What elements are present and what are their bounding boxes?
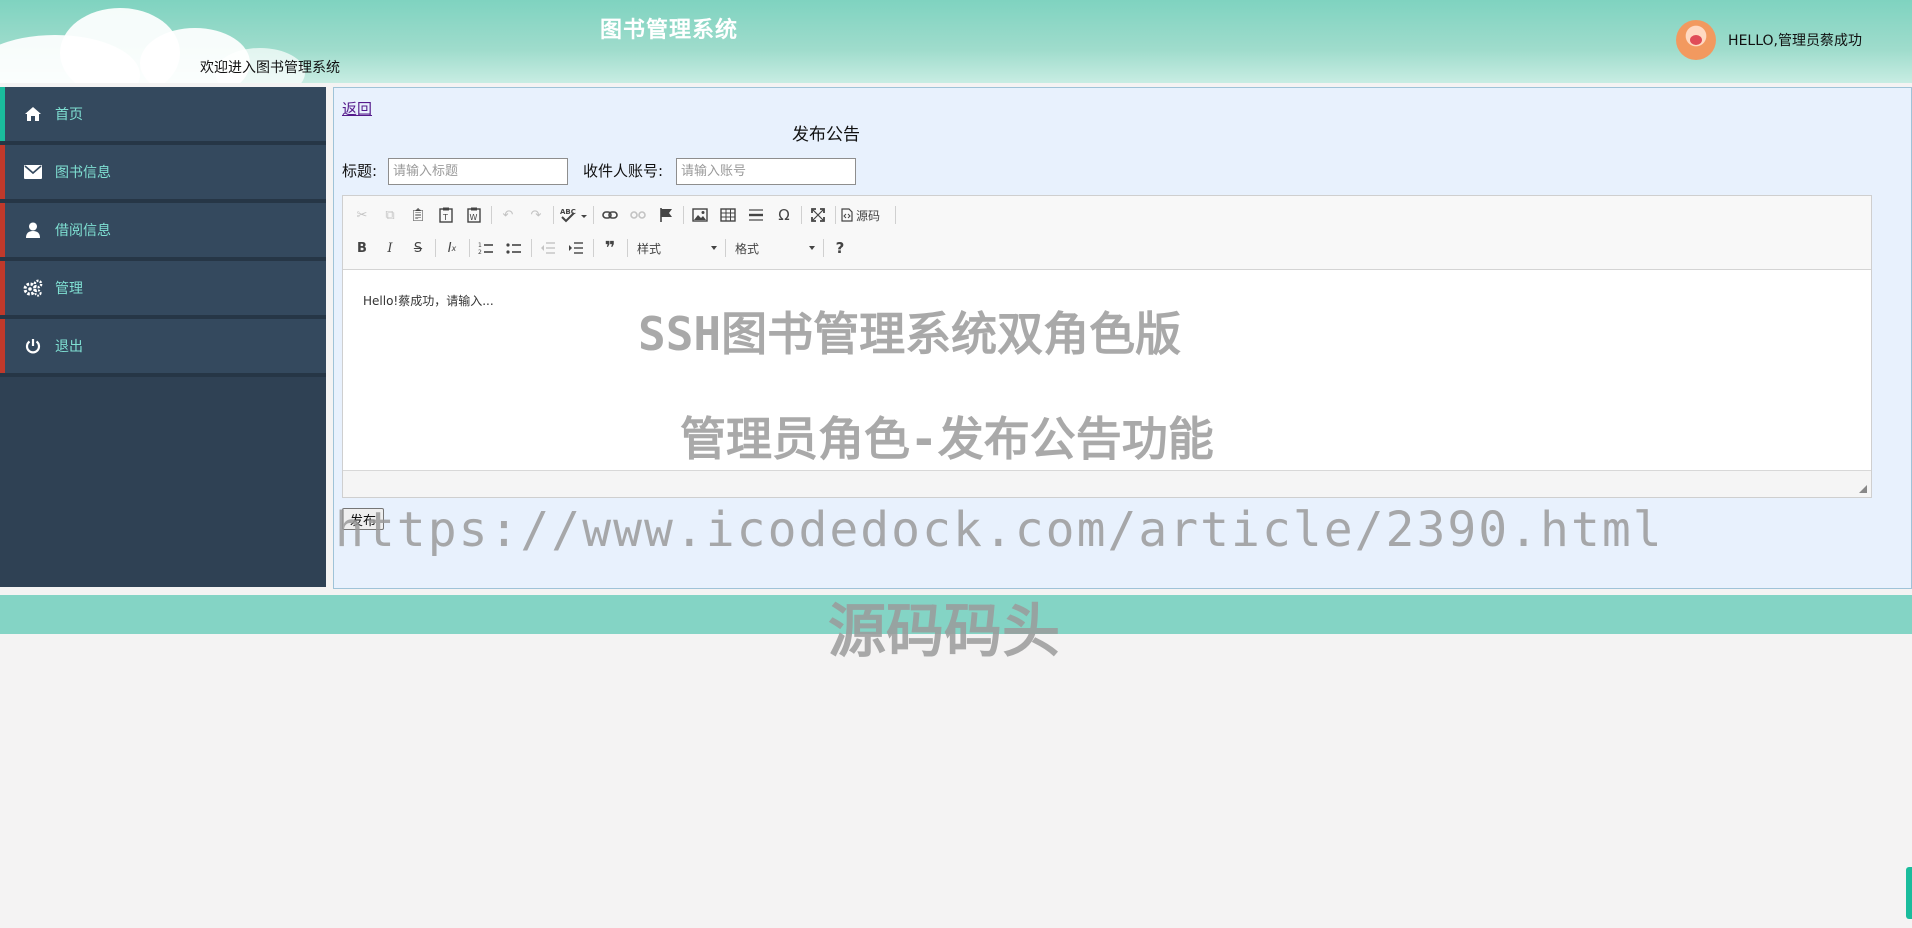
site-title: 图书管理系统 (600, 18, 739, 43)
format-dropdown-label: 格式 (735, 241, 760, 256)
sidebar-item-label: 首页 (55, 107, 83, 123)
back-link[interactable]: 返回 (342, 98, 372, 119)
toolbar-separator (553, 206, 554, 224)
divider (0, 373, 326, 377)
rich-text-editor: ✂ ⧉ 📋︎ T W ↶ ↷ ABC Ω 源码 B I S I x 1 2 ❞ … (342, 195, 1872, 498)
toolbar-separator (593, 206, 594, 224)
svg-text:T: T (442, 213, 448, 222)
toolbar-separator (491, 206, 492, 224)
sidebar: 首页 图书信息 借阅信息 管理 退出 (0, 87, 326, 587)
avatar (1676, 20, 1717, 60)
numbered-list-icon[interactable]: 12 (475, 237, 497, 259)
bold-icon[interactable]: B (351, 237, 373, 259)
editor-status-bar (343, 470, 1871, 497)
toolbar-separator (627, 239, 628, 257)
title-label: 标题: (342, 162, 378, 180)
source-button[interactable]: 源码 (841, 204, 891, 226)
sidebar-item-label: 管理 (55, 281, 83, 297)
main-panel: 返回 发布公告 标题: 收件人账号: ✂ ⧉ 📋︎ T W ↶ ↷ ABC (333, 87, 1912, 589)
maximize-icon[interactable] (807, 204, 829, 226)
user-area: HELLO,管理员蔡成功 (1676, 20, 1862, 60)
svg-text:1: 1 (478, 242, 482, 249)
styles-dropdown-label: 样式 (637, 241, 662, 256)
horizontal-rule-icon[interactable] (745, 204, 767, 226)
source-label: 源码 (856, 208, 881, 223)
table-icon[interactable] (717, 204, 739, 226)
sidebar-item-label: 退出 (55, 339, 83, 355)
strikethrough-icon[interactable]: S (407, 237, 429, 259)
sidebar-item-logout[interactable]: 退出 (0, 319, 326, 377)
resize-handle-icon[interactable] (1859, 485, 1867, 493)
image-icon[interactable] (689, 204, 711, 226)
paste-text-icon[interactable]: T (435, 204, 457, 226)
cut-icon[interactable]: ✂ (351, 204, 373, 226)
paste-word-icon[interactable]: W (463, 204, 485, 226)
recipient-label: 收件人账号: (583, 162, 664, 180)
site-subtitle: 欢迎进入图书管理系统 (200, 60, 340, 76)
sidebar-item-books[interactable]: 图书信息 (0, 145, 326, 203)
toolbar-separator (469, 239, 470, 257)
header-banner: 图书管理系统 欢迎进入图书管理系统 HELLO,管理员蔡成功 (0, 0, 1912, 83)
toolbar-separator (435, 239, 436, 257)
sidebar-item-borrow[interactable]: 借阅信息 (0, 203, 326, 261)
editor-content-text: Hello!蔡成功，请输入... (363, 294, 494, 308)
spellcheck-icon[interactable]: ABC (559, 204, 589, 226)
power-icon (23, 336, 43, 356)
sidebar-item-label: 借阅信息 (55, 223, 111, 239)
sidebar-item-label: 图书信息 (55, 165, 111, 181)
toolbar-separator (895, 206, 896, 224)
editor-toolbar: ✂ ⧉ 📋︎ T W ↶ ↷ ABC Ω 源码 B I S I x 1 2 ❞ … (343, 196, 1871, 270)
footer-bar (0, 595, 1912, 634)
special-char-icon[interactable]: Ω (773, 204, 795, 226)
recipient-input[interactable] (676, 158, 856, 185)
user-icon (23, 220, 43, 240)
title-input[interactable] (388, 158, 568, 185)
svg-text:2: 2 (478, 249, 482, 255)
help-icon[interactable]: ? (829, 237, 851, 259)
paste-icon[interactable]: 📋︎ (407, 204, 429, 226)
sidebar-item-manage[interactable]: 管理 (0, 261, 326, 319)
toolbar-separator (835, 206, 836, 224)
anchor-flag-icon[interactable] (655, 204, 677, 226)
form-title: 发布公告 (792, 125, 860, 145)
toolbar-separator (823, 239, 824, 257)
copy-icon[interactable]: ⧉ (379, 204, 401, 226)
toolbar-separator (531, 239, 532, 257)
remove-format-icon[interactable]: Ix (441, 237, 463, 259)
source-icon (841, 208, 853, 222)
unlink-icon[interactable] (627, 204, 649, 226)
envelope-icon (23, 162, 43, 182)
outdent-icon[interactable] (537, 237, 559, 259)
home-icon (23, 104, 43, 124)
chevron-down-icon (711, 246, 717, 250)
link-icon[interactable] (599, 204, 621, 226)
redo-icon[interactable]: ↷ (525, 204, 547, 226)
publish-button[interactable]: 发布 (342, 508, 384, 530)
blockquote-icon[interactable]: ❞ (599, 237, 621, 259)
svg-text:W: W (470, 213, 478, 222)
chevron-down-icon (809, 246, 815, 250)
toolbar-separator (683, 206, 684, 224)
toolbar-separator (801, 206, 802, 224)
editor-content-area[interactable]: Hello!蔡成功，请输入... (343, 270, 1871, 470)
format-dropdown[interactable]: 格式 (729, 237, 819, 259)
toolbar-separator (725, 239, 726, 257)
italic-icon[interactable]: I (379, 237, 401, 259)
undo-icon[interactable]: ↶ (497, 204, 519, 226)
user-greeting: HELLO,管理员蔡成功 (1728, 33, 1862, 49)
bullet-list-icon[interactable] (503, 237, 525, 259)
indent-icon[interactable] (565, 237, 587, 259)
scroll-handle[interactable] (1906, 867, 1912, 919)
gears-icon (23, 278, 43, 298)
styles-dropdown[interactable]: 样式 (631, 237, 721, 259)
toolbar-separator (593, 239, 594, 257)
sidebar-item-home[interactable]: 首页 (0, 87, 326, 145)
